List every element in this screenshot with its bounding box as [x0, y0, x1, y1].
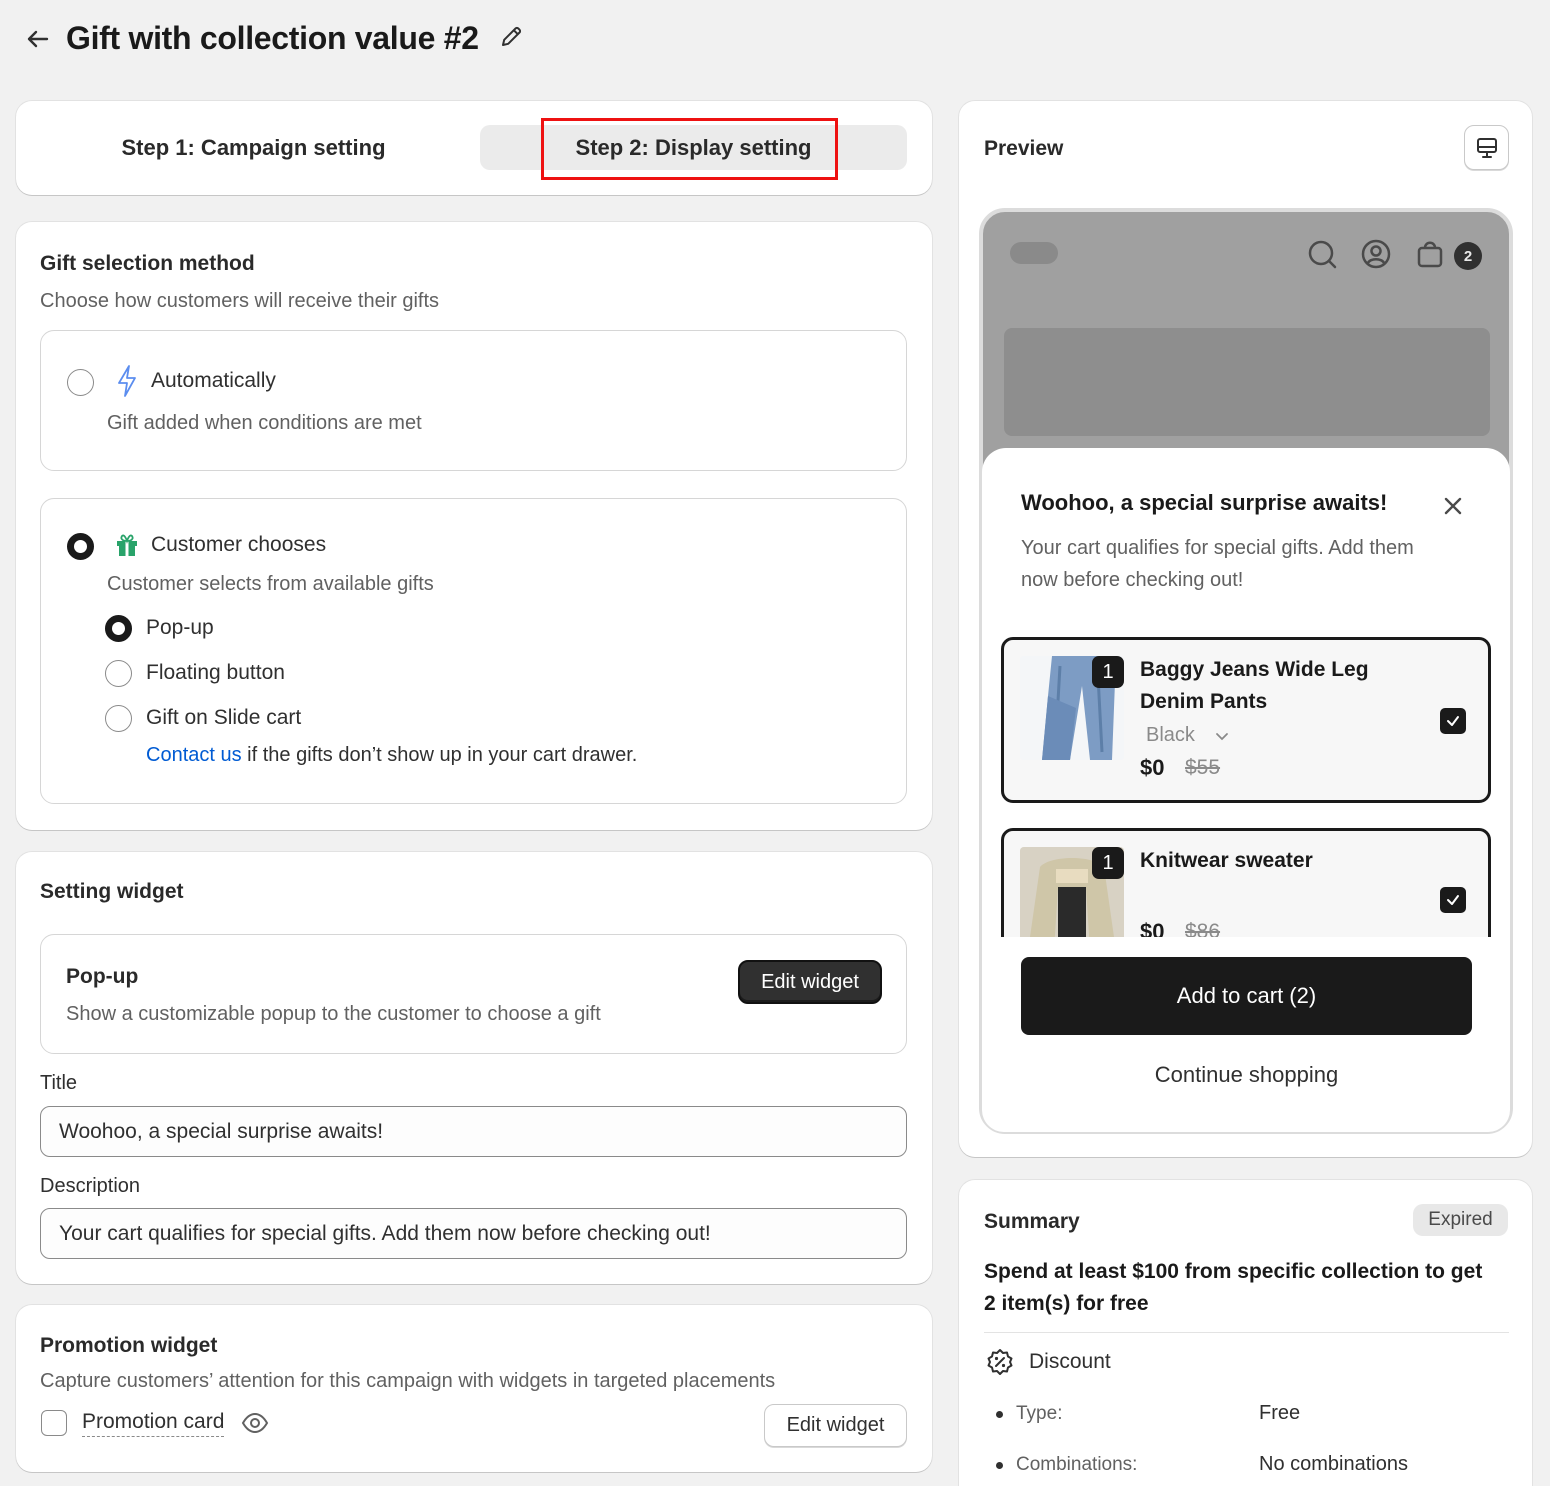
promotion-card-label[interactable]: Promotion card [82, 1410, 225, 1437]
popup-widget-box: Pop-up Show a customizable popup to the … [40, 934, 907, 1054]
product-price: $0 [1140, 755, 1165, 780]
popup-desc-line2: now before checking out! [1021, 569, 1244, 591]
product-name-line1: Knitwear sweater [1140, 849, 1313, 872]
cart-icon [1417, 241, 1443, 268]
radio-automatically[interactable] [67, 369, 94, 396]
promotion-widget-title: Promotion widget [40, 1334, 218, 1357]
add-to-cart-button[interactable]: Add to cart (2) [1021, 957, 1472, 1035]
tab-campaign-setting[interactable]: Step 1: Campaign setting [16, 101, 491, 195]
contact-us-link[interactable]: Contact us [146, 744, 242, 766]
customer-chooses-desc: Customer selects from available gifts [107, 573, 434, 595]
variant-label: Black [1146, 724, 1195, 746]
gift-product-card[interactable]: 1 Baggy Jeans Wide Leg Denim Pants Black… [1001, 637, 1491, 803]
discount-label: Discount [1029, 1350, 1111, 1373]
radio-popup[interactable] [105, 615, 132, 642]
radio-customer-chooses[interactable] [67, 533, 94, 560]
summary-type-value: Free [1259, 1402, 1301, 1424]
contact-note-text: if the gifts don’t show up in your cart … [241, 744, 638, 766]
chevron-down-icon [1216, 733, 1228, 741]
summary-divider [984, 1332, 1509, 1333]
promotion-widget-card: Promotion widget Capture customers’ atte… [16, 1305, 932, 1472]
product-old-price: $55 [1185, 756, 1221, 779]
setting-widget-card: Setting widget Pop-up Show a customizabl… [16, 852, 932, 1284]
summary-combinations-value: No combinations [1259, 1453, 1408, 1475]
summary-headline-line1: Spend at least $100 from specific collec… [984, 1260, 1483, 1283]
title-field-label: Title [40, 1072, 78, 1094]
popup-option-label[interactable]: Pop-up [146, 616, 214, 640]
popup-widget-title: Pop-up [66, 965, 139, 988]
gift-slide-cart-option-label[interactable]: Gift on Slide cart [146, 706, 301, 730]
automatically-desc: Gift added when conditions are met [107, 412, 422, 434]
gift-selection-title: Gift selection method [40, 252, 255, 275]
edit-pencil-icon[interactable] [498, 24, 524, 50]
product-name-line2: Denim Pants [1140, 690, 1268, 713]
customer-chooses-label: Customer chooses [151, 533, 327, 556]
search-icon [1308, 240, 1337, 269]
product-price: $0 [1140, 919, 1165, 937]
continue-shopping-link[interactable]: Continue shopping [1021, 1062, 1472, 1088]
gift-qty-badge: 1 [1092, 656, 1124, 688]
popup-desc-line1: Your cart qualifies for special gifts. A… [1021, 537, 1414, 559]
title-input[interactable]: Woohoo, a special surprise awaits! [40, 1106, 907, 1157]
checkmark-icon [1447, 895, 1459, 905]
option-customer-chooses[interactable]: Customer chooses Customer selects from a… [40, 498, 907, 804]
gift-product-card[interactable]: 1 Knitwear sweater $0 $86 [1001, 828, 1491, 937]
summary-headline-line2: 2 item(s) for free [984, 1292, 1149, 1315]
promotion-widget-subtitle: Capture customers’ attention for this ca… [40, 1370, 776, 1392]
eye-icon[interactable] [241, 1411, 269, 1435]
store-logo-placeholder [1010, 242, 1058, 264]
popup-title: Woohoo, a special surprise awaits! [1021, 490, 1388, 515]
description-field-label: Description [40, 1175, 141, 1197]
product-old-price: $86 [1185, 920, 1221, 937]
popup-widget-desc: Show a customizable popup to the custome… [66, 1003, 601, 1025]
bullet [996, 1411, 1003, 1418]
desktop-icon [1477, 138, 1497, 158]
banner-placeholder [1004, 328, 1490, 436]
contact-note: Contact us if the gifts don’t show up in… [146, 744, 637, 767]
cart-count-badge: 2 [1454, 242, 1482, 270]
product-checkbox[interactable] [1440, 708, 1466, 734]
back-arrow-icon[interactable] [22, 24, 52, 54]
promotion-edit-widget-button[interactable]: Edit widget [764, 1404, 907, 1447]
highlight-annotation [541, 118, 838, 180]
summary-type-label: Type: [1016, 1403, 1063, 1424]
device-toggle-button[interactable] [1464, 125, 1509, 170]
automatically-label: Automatically [151, 369, 276, 392]
discount-icon [987, 1349, 1013, 1375]
gift-popup-sheet: Woohoo, a special surprise awaits! Your … [982, 448, 1510, 1132]
floating-button-option-label[interactable]: Floating button [146, 661, 285, 685]
description-input[interactable]: Your cart qualifies for special gifts. A… [40, 1208, 907, 1259]
gift-selection-card: Gift selection method Choose how custome… [16, 222, 932, 830]
page-title: Gift with collection value #2 [66, 20, 479, 56]
promotion-card-checkbox[interactable] [41, 1410, 67, 1436]
checkmark-icon [1447, 716, 1459, 726]
edit-widget-button[interactable]: Edit widget [738, 960, 882, 1004]
summary-combinations-label: Combinations: [1016, 1454, 1138, 1475]
gift-selection-subtitle: Choose how customers will receive their … [40, 290, 440, 312]
summary-card: Summary Expired Spend at least $100 from… [959, 1180, 1532, 1486]
gift-product-list: 1 Baggy Jeans Wide Leg Denim Pants Black… [982, 624, 1510, 937]
gift-qty-badge: 1 [1092, 847, 1124, 879]
status-badge: Expired [1413, 1204, 1508, 1236]
gift-icon [117, 534, 137, 556]
radio-gift-slide-cart[interactable] [105, 705, 132, 732]
bullet [996, 1462, 1003, 1469]
option-automatically[interactable]: Automatically Gift added when conditions… [40, 330, 907, 471]
radio-floating-button[interactable] [105, 660, 132, 687]
close-icon[interactable] [1443, 496, 1463, 516]
lightning-icon [118, 365, 136, 397]
summary-title: Summary [984, 1210, 1080, 1233]
preview-title: Preview [984, 137, 1064, 160]
account-icon [1361, 239, 1391, 269]
product-name-line1: Baggy Jeans Wide Leg [1140, 658, 1369, 681]
product-checkbox[interactable] [1440, 887, 1466, 913]
setting-widget-title: Setting widget [40, 880, 184, 903]
variant-select[interactable]: Black [1146, 724, 1195, 747]
